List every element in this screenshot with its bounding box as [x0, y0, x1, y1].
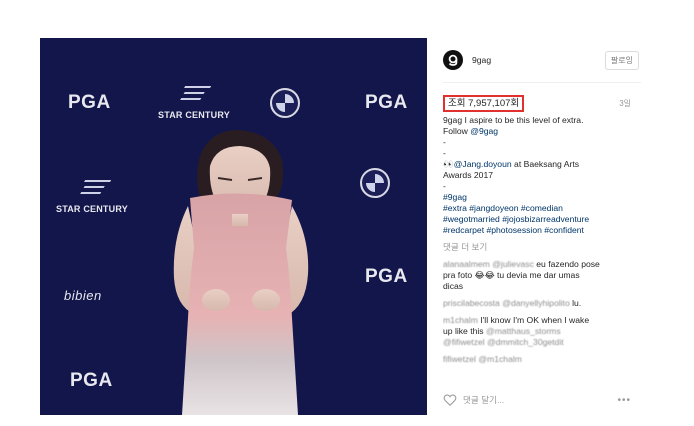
- avatar[interactable]: [443, 50, 463, 70]
- hashtag-line[interactable]: #extra #jangdoyeon #comedian: [443, 203, 641, 214]
- comment-text: eu fazendo pose: [536, 259, 600, 269]
- eyes-emoji-icon: 👀: [443, 159, 454, 169]
- comment-username[interactable]: m1chalm: [443, 315, 478, 325]
- comment-item: m1chalm I'll know I'm OK when I wake up …: [443, 315, 641, 348]
- view-count: 조회 7,957,107회: [443, 94, 525, 112]
- caption-text: I aspire to be this level of extra.: [464, 115, 584, 125]
- comment-item: priscilabecosta @danyellyhipolito lu.: [443, 298, 641, 309]
- post-header: 9gag 팔로잉: [437, 38, 647, 82]
- load-more-comments[interactable]: 댓글 더 보기: [443, 242, 641, 253]
- timestamp[interactable]: 3일: [619, 98, 631, 109]
- mention-link[interactable]: @m1chalm: [478, 354, 522, 364]
- person-figure: [173, 130, 309, 415]
- mention-link[interactable]: @9gag: [470, 126, 498, 136]
- mention-link[interactable]: @julievasc: [492, 259, 534, 269]
- mention-link[interactable]: @danyellyhipolito: [502, 298, 570, 308]
- comment-text: lu.: [572, 298, 582, 308]
- 9gag-logo-icon: [448, 54, 458, 66]
- heart-icon[interactable]: [443, 393, 457, 407]
- caption-credit-text: at Baeksang Arts: [514, 159, 580, 169]
- comment-username[interactable]: priscilabecosta: [443, 298, 500, 308]
- comment-username[interactable]: fifiwetzel: [443, 354, 476, 364]
- comment-text: up like this: [443, 326, 484, 336]
- caption-dash: -: [443, 137, 446, 147]
- username-link[interactable]: 9gag: [472, 55, 491, 66]
- more-options-icon[interactable]: •••: [617, 395, 631, 406]
- caption: 9gag I aspire to be this level of extra.…: [443, 115, 641, 236]
- hashtag-line[interactable]: #9gag: [443, 192, 641, 203]
- caption-author[interactable]: 9gag: [443, 115, 462, 125]
- caption-follow-prefix: Follow: [443, 126, 468, 136]
- caption-dash: -: [443, 148, 446, 158]
- mention-link[interactable]: @fifiwetzel @dmmitch_30getdit: [443, 337, 641, 348]
- comment-item: fifiwetzel @m1chalm: [443, 354, 641, 365]
- caption-dash: -: [443, 181, 446, 191]
- hashtag-line[interactable]: #wegotmarried #jojosbizarreadventure: [443, 214, 641, 225]
- comment-text: I'll know I'm OK when I wake: [480, 315, 590, 325]
- comment-text: pra foto 😂😂 tu devia me dar umas: [443, 270, 580, 280]
- add-comment-input[interactable]: 댓글 달기...: [463, 395, 504, 406]
- hashtag-line[interactable]: #redcarpet #photosession #confident: [443, 225, 641, 236]
- comment-footer: 댓글 달기... •••: [437, 393, 637, 407]
- divider: [443, 82, 641, 83]
- mention-link[interactable]: @Jang.doyoun: [454, 159, 512, 169]
- comment-text: dicas: [443, 281, 464, 291]
- post-side-panel: 9gag 팔로잉 조회 7,957,107회 3일 9gag I aspire …: [437, 38, 647, 415]
- comment-username[interactable]: alanaalmem: [443, 259, 490, 269]
- comment-item: alanaalmem @julievasc eu fazendo pose pr…: [443, 259, 641, 292]
- comments-list: 9gag I aspire to be this level of extra.…: [437, 115, 647, 365]
- stats-row: 조회 7,957,107회 3일: [437, 91, 647, 115]
- video-player[interactable]: PGA PGA PGA PGA STAR CENTURY STAR CENTUR…: [40, 38, 427, 415]
- following-button[interactable]: 팔로잉: [604, 50, 639, 70]
- mention-link[interactable]: @matthaus_storms: [486, 326, 561, 336]
- caption-credit-text: Awards 2017: [443, 170, 494, 180]
